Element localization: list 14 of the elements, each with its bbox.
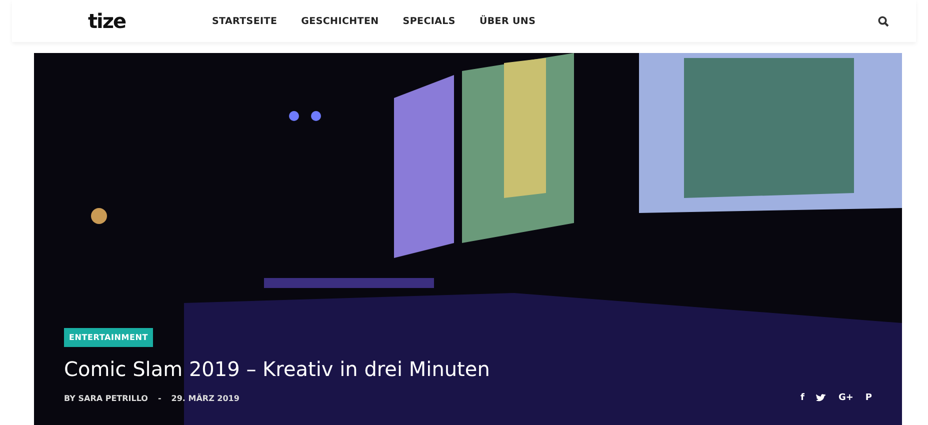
publish-date: 29. MÄRZ 2019 (171, 394, 240, 402)
article-title[interactable]: Comic Slam 2019 – Kreativ in drei Minuten (64, 357, 490, 381)
share-link[interactable]: f (800, 393, 804, 403)
site-logo[interactable]: tize (88, 9, 212, 33)
nav-link[interactable]: SPECIALS (402, 16, 456, 26)
nav-link[interactable]: GESCHICHTEN (301, 16, 379, 26)
bird-icon[interactable] (816, 394, 826, 402)
nav-link[interactable]: ÜBER UNS (479, 16, 536, 26)
search-icon[interactable] (878, 16, 889, 26)
share-link[interactable]: G+ (838, 393, 854, 403)
share-link[interactable]: P (865, 393, 872, 403)
meta-separator: - (158, 394, 162, 402)
nav-link[interactable]: STARTSEITE (212, 16, 278, 26)
author-name: BY SARA PETRILLO (64, 394, 148, 402)
